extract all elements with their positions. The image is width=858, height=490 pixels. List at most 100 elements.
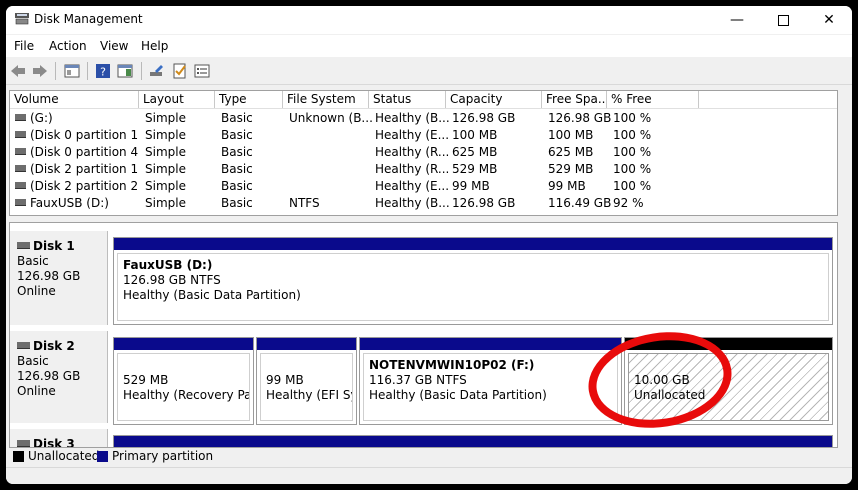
properties-pane-icon[interactable] (117, 63, 133, 79)
back-arrow-icon[interactable] (10, 63, 26, 79)
disk-name: Disk 1 (33, 239, 75, 253)
volume-icon (15, 182, 26, 189)
help-icon[interactable]: ? (95, 63, 111, 79)
disk-1-label[interactable]: Disk 1 Basic 126.98 GB Online (10, 231, 108, 325)
legend-unallocated-swatch (13, 451, 24, 462)
title-bar[interactable]: Disk Management — ✕ (6, 6, 852, 34)
cell-layout: Simple (145, 179, 186, 193)
cell-layout: Simple (145, 196, 186, 210)
partition-status: Healthy (EFI Syst (266, 388, 352, 402)
column-percent-free[interactable]: % Free (607, 91, 699, 108)
partition-bar (114, 338, 253, 350)
cell-type: Basic (221, 111, 253, 125)
cell-percent-free: 100 % (613, 128, 652, 142)
checklist-icon[interactable] (172, 63, 188, 79)
disk-graphical-view[interactable]: Disk 1 Basic 126.98 GB Online FauxUSB (D… (9, 222, 838, 448)
table-row[interactable]: FauxUSB (D:) Simple Basic NTFS Healthy (… (10, 195, 837, 212)
cell-status: Healthy (E... (375, 179, 450, 193)
legend-primary-label: Primary partition (112, 449, 214, 463)
cell-percent-free: 92 % (613, 196, 644, 210)
menu-action[interactable]: Action (49, 39, 87, 53)
table-row[interactable]: (Disk 2 partition 1) Simple Basic Health… (10, 161, 837, 178)
disk-state: Online (17, 384, 56, 398)
close-button[interactable]: ✕ (806, 6, 852, 34)
cell-free-space: 116.49 GB (548, 196, 612, 210)
cell-capacity: 99 MB (452, 179, 490, 193)
disk-management-window: Disk Management — ✕ File Action View Hel… (6, 6, 852, 484)
minimize-button[interactable]: — (714, 6, 760, 34)
cell-capacity: 625 MB (452, 145, 498, 159)
console-tree-icon[interactable] (64, 63, 80, 79)
disk-icon (17, 242, 30, 249)
partition-size: 529 MB (123, 373, 169, 387)
partition-size: 126.98 GB NTFS (123, 273, 221, 287)
partition-recovery[interactable]: 529 MB Healthy (Recovery Partit (113, 337, 254, 425)
volume-icon (15, 148, 26, 155)
settings-list-icon[interactable] (194, 63, 210, 79)
table-row[interactable]: (Disk 0 partition 4) Simple Basic Health… (10, 144, 837, 161)
connect-disk-icon[interactable] (149, 63, 165, 79)
cell-percent-free: 100 % (613, 145, 652, 159)
cell-capacity: 529 MB (452, 162, 498, 176)
menu-bar: File Action View Help (6, 35, 852, 57)
cell-type: Basic (221, 162, 253, 176)
menu-help[interactable]: Help (141, 39, 168, 53)
partition-disk-3[interactable] (113, 435, 833, 447)
cell-volume: (Disk 0 partition 1) (30, 128, 139, 142)
forward-arrow-icon[interactable] (32, 63, 48, 79)
disk-type: Basic (17, 254, 49, 268)
cell-percent-free: 100 % (613, 162, 652, 176)
cell-capacity: 126.98 GB (452, 111, 516, 125)
cell-file-system: NTFS (289, 196, 320, 210)
table-row[interactable]: (Disk 0 partition 1) Simple Basic Health… (10, 127, 837, 144)
menu-view[interactable]: View (100, 39, 128, 53)
volume-icon (15, 165, 26, 172)
window-title: Disk Management (34, 12, 143, 26)
partition-notenvmwin10p02[interactable]: NOTENVMWIN10P02 (F:) 116.37 GB NTFS Heal… (359, 337, 622, 425)
column-layout[interactable]: Layout (139, 91, 215, 108)
table-row[interactable]: (Disk 2 partition 2) Simple Basic Health… (10, 178, 837, 195)
cell-layout: Simple (145, 145, 186, 159)
partition-name: FauxUSB (D:) (123, 258, 213, 272)
disk-name: Disk 3 (33, 437, 75, 448)
cell-free-space: 100 MB (548, 128, 594, 142)
column-status[interactable]: Status (369, 91, 446, 108)
disk-name: Disk 2 (33, 339, 75, 353)
partition-bar (257, 338, 356, 350)
partition-efi[interactable]: 99 MB Healthy (EFI Syst (256, 337, 357, 425)
partition-bar (360, 338, 621, 350)
cell-volume: (G:) (30, 111, 53, 125)
partition-status: Healthy (Basic Data Partition) (123, 288, 301, 302)
column-type[interactable]: Type (215, 91, 283, 108)
partition-size: 99 MB (266, 373, 304, 387)
column-capacity[interactable]: Capacity (446, 91, 542, 108)
menu-file[interactable]: File (14, 39, 34, 53)
cell-layout: Simple (145, 162, 186, 176)
toolbar: ? (6, 58, 852, 85)
disk-state: Online (17, 284, 56, 298)
disk-3-label[interactable]: Disk 3 (10, 429, 108, 448)
cell-free-space: 625 MB (548, 145, 594, 159)
partition-fauxusb[interactable]: FauxUSB (D:) 126.98 GB NTFS Healthy (Bas… (113, 237, 833, 325)
maximize-button[interactable] (760, 6, 806, 34)
partition-bar (114, 238, 832, 250)
column-volume[interactable]: Volume (10, 91, 139, 108)
partition-status: Healthy (Recovery Partit (123, 388, 249, 402)
cell-percent-free: 100 % (613, 111, 652, 125)
cell-volume: (Disk 2 partition 1) (30, 162, 139, 176)
legend-unallocated-label: Unallocated (28, 449, 100, 463)
disk-icon (17, 342, 30, 349)
cell-file-system: Unknown (B... (289, 111, 373, 125)
cell-layout: Simple (145, 128, 186, 142)
column-free-space[interactable]: Free Spa... (542, 91, 607, 108)
status-bar (6, 467, 852, 484)
cell-type: Basic (221, 128, 253, 142)
volume-list[interactable]: Volume Layout Type File System Status Ca… (9, 90, 838, 216)
cell-percent-free: 100 % (613, 179, 652, 193)
table-row[interactable]: (G:) Simple Basic Unknown (B... Healthy … (10, 110, 837, 127)
minimize-icon: — (730, 12, 744, 28)
disk-2-label[interactable]: Disk 2 Basic 126.98 GB Online (10, 331, 108, 423)
column-file-system[interactable]: File System (283, 91, 369, 108)
maximize-icon (777, 14, 789, 26)
cell-status: Healthy (R... (375, 145, 450, 159)
